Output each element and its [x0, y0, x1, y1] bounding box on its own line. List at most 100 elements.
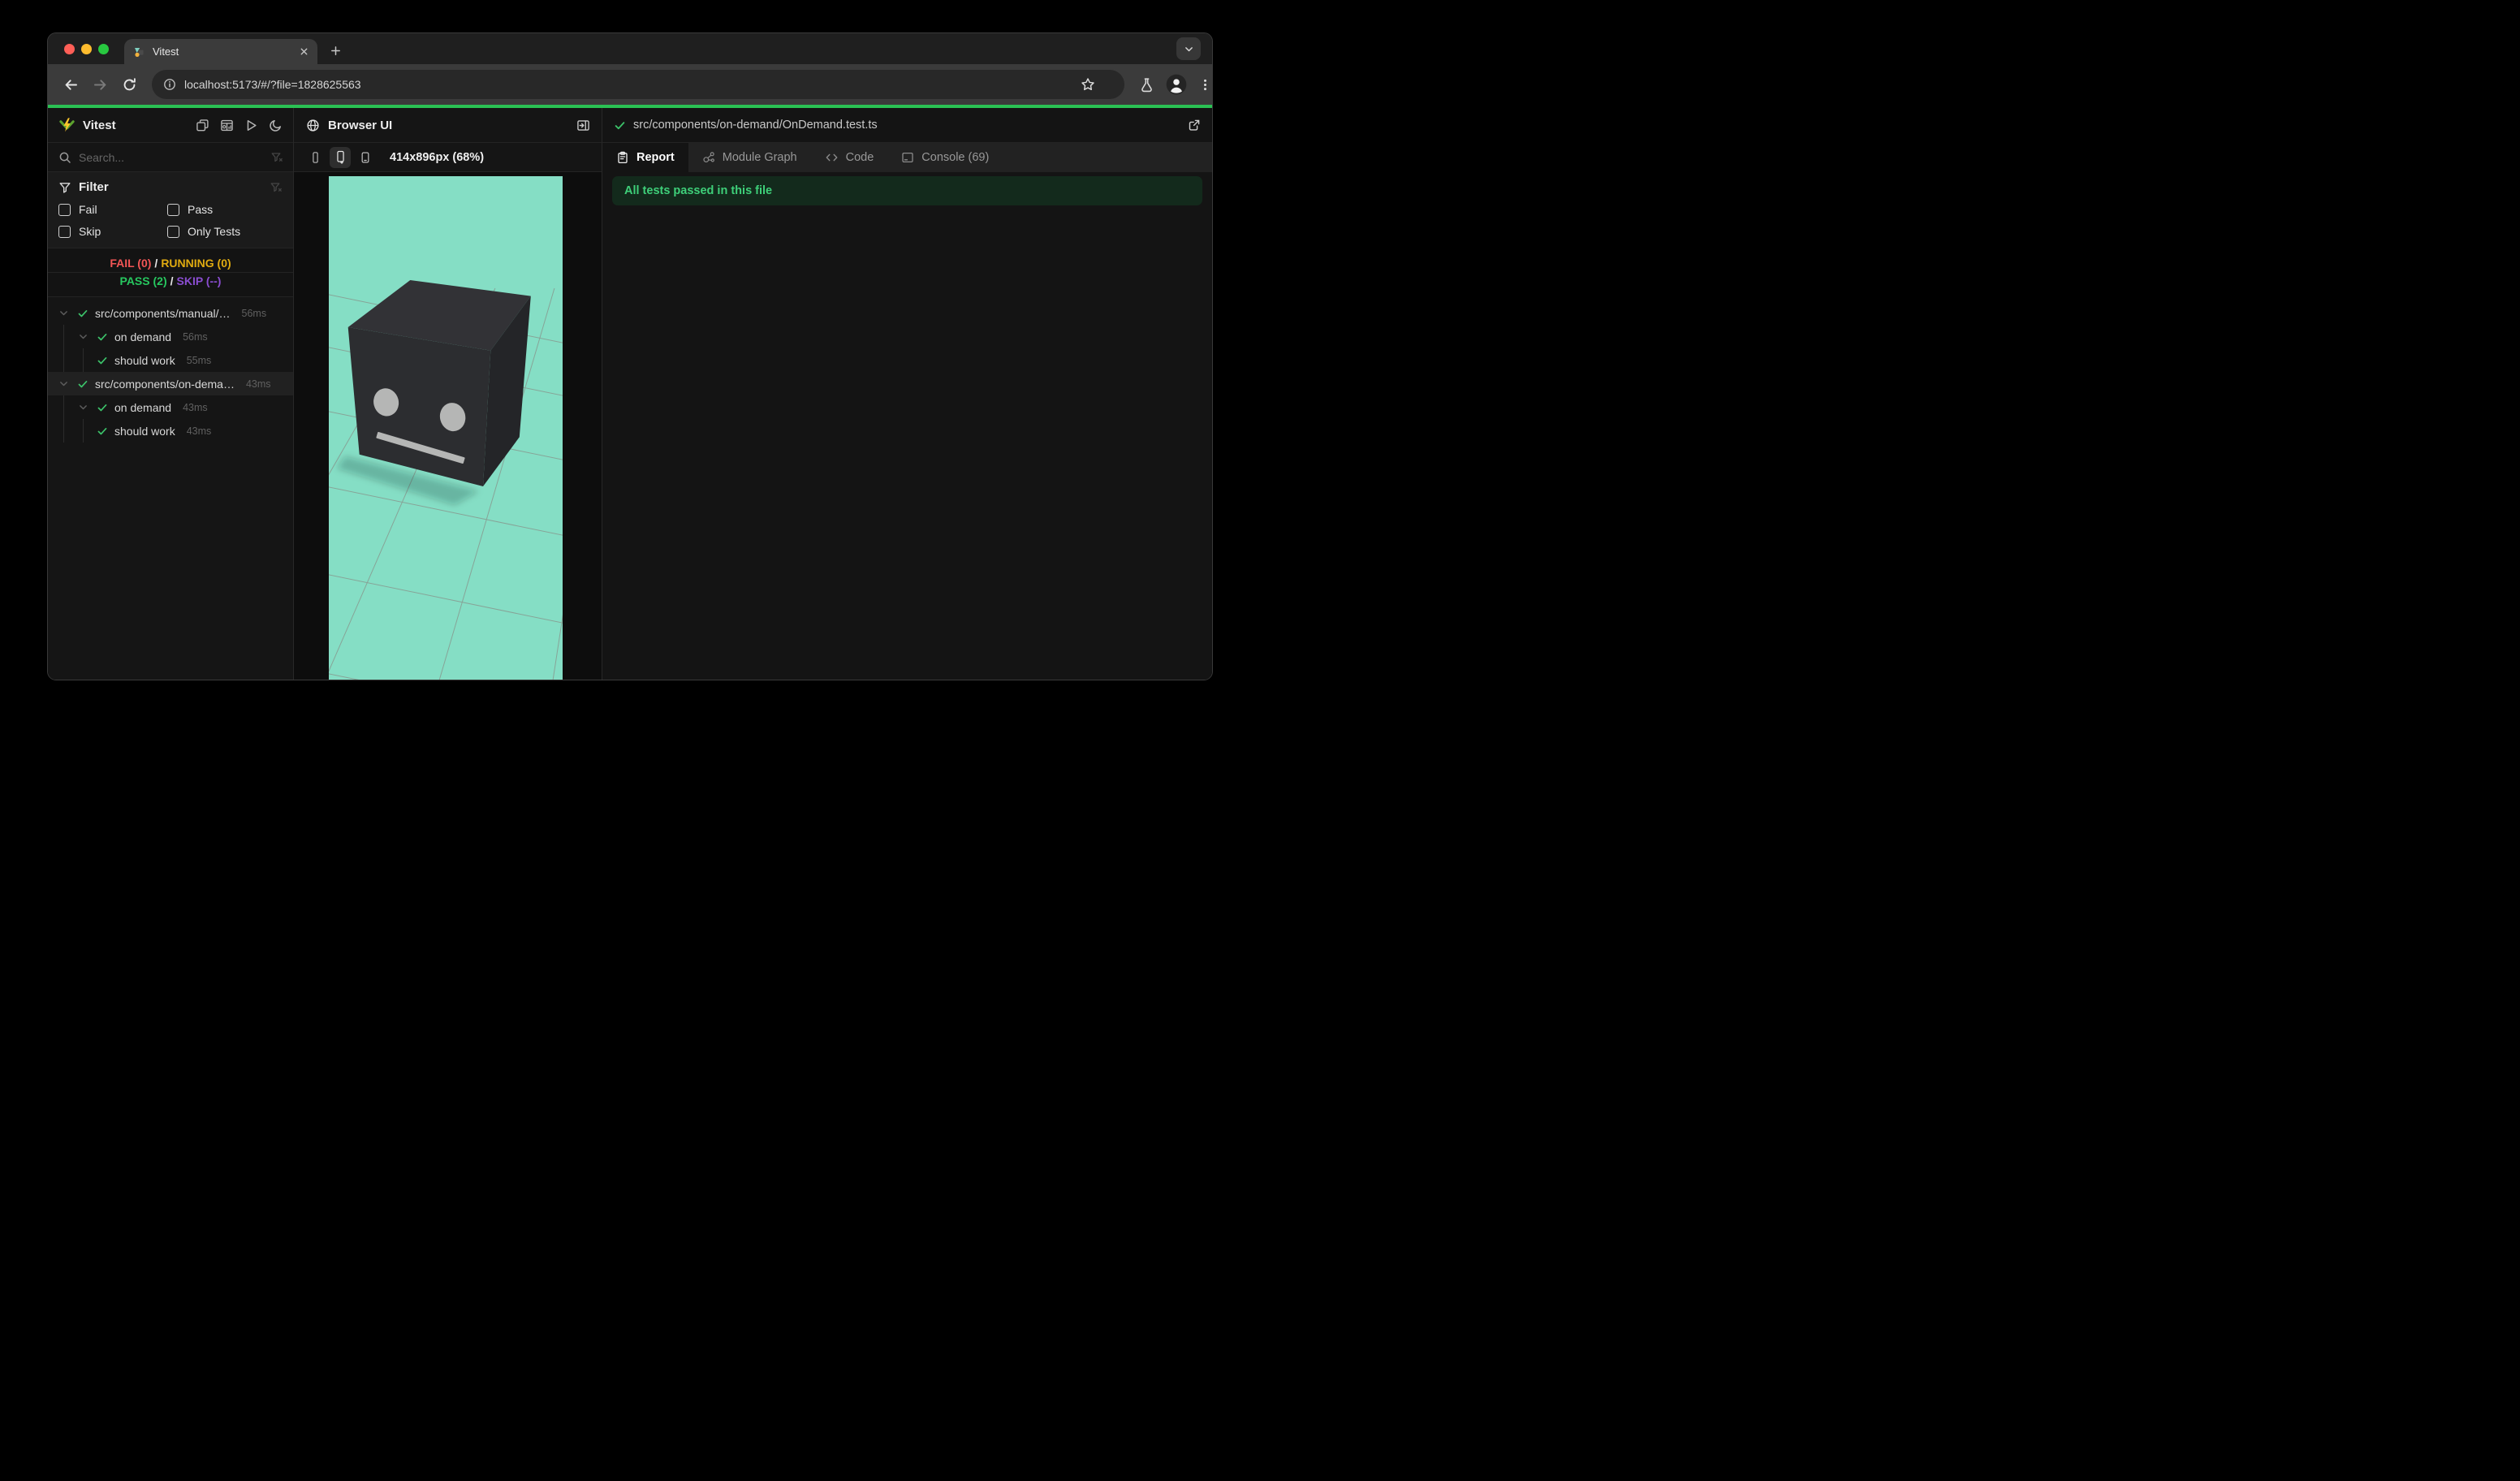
reload-button[interactable]: [118, 73, 140, 96]
pass-check-icon: [76, 306, 90, 321]
tab-label: Report: [636, 151, 675, 164]
suite-name: on demand: [114, 400, 172, 414]
fail-count: FAIL (0): [110, 257, 152, 270]
test-viewport[interactable]: [329, 176, 563, 680]
test-file-name: src/components/on-dema…: [95, 377, 235, 391]
vitest-ui: Vitest Search... Filter Fail Pass Skip O…: [48, 108, 1212, 680]
viewport-size-label: 414x896px (68%): [390, 150, 485, 164]
tab-strip: Vitest: [48, 33, 1212, 64]
test-name: should work: [114, 424, 175, 438]
brand: Vitest: [48, 117, 196, 134]
address-bar[interactable]: localhost:5173/#/?file=1828625563: [152, 70, 1124, 99]
test-duration: 43ms: [183, 401, 208, 413]
url-text: localhost:5173/#/?file=1828625563: [184, 78, 361, 91]
zoom-window-button[interactable]: [98, 44, 109, 54]
module-graph-icon: [702, 151, 715, 164]
test-duration: 43ms: [186, 425, 212, 437]
site-info-icon[interactable]: [163, 78, 176, 91]
tab-label: Console (69): [921, 151, 990, 164]
tree-row-suite[interactable]: on demand 56ms: [48, 325, 293, 348]
chevron-down-icon[interactable]: [56, 377, 71, 391]
tree-row-file-selected[interactable]: src/components/on-dema… 43ms: [48, 372, 293, 395]
run-all-play-icon[interactable]: [244, 119, 258, 132]
vitest-favicon: [135, 47, 144, 57]
browser-tab[interactable]: Vitest: [124, 39, 317, 64]
checkbox-label: Fail: [79, 203, 97, 216]
globe-icon: [307, 119, 319, 132]
browser-ui-header: Browser UI: [294, 108, 602, 143]
report-panel: src/components/on-demand/OnDemand.test.t…: [602, 108, 1212, 680]
menu-kebab-icon[interactable]: [1198, 78, 1212, 92]
file-path: src/components/on-demand/OnDemand.test.t…: [633, 119, 878, 132]
close-window-button[interactable]: [64, 44, 75, 54]
test-file-name: src/components/manual/…: [95, 306, 231, 320]
clear-filter-icon[interactable]: [270, 181, 283, 194]
experiments-flask-icon[interactable]: [1139, 77, 1154, 93]
filter-checkbox-fail[interactable]: Fail: [58, 203, 167, 216]
checkbox[interactable]: [167, 225, 179, 238]
new-tab-button[interactable]: [324, 39, 347, 62]
tree-row-test[interactable]: should work 55ms: [48, 348, 293, 372]
device-phone-small-button[interactable]: [305, 147, 325, 168]
filter-checkbox-only-tests[interactable]: Only Tests: [167, 225, 283, 238]
robot-cube: [347, 280, 531, 486]
app-name: Vitest: [83, 118, 116, 132]
forward-button[interactable]: [88, 73, 111, 96]
filter-title: Filter: [79, 180, 109, 194]
tree-row-test[interactable]: should work 43ms: [48, 419, 293, 443]
test-duration: 55ms: [186, 354, 212, 366]
search-input[interactable]: [79, 150, 263, 164]
tab-report[interactable]: Report: [602, 143, 688, 172]
tab-label: Module Graph: [722, 151, 797, 164]
dark-mode-moon-icon[interactable]: [269, 119, 283, 132]
close-tab-icon[interactable]: [299, 46, 309, 57]
checkbox-label: Skip: [79, 225, 101, 238]
minimize-window-button[interactable]: [81, 44, 92, 54]
test-duration: 56ms: [241, 307, 267, 319]
panel-title: Browser UI: [328, 118, 393, 132]
test-duration: 56ms: [183, 330, 208, 343]
browser-toolbar: localhost:5173/#/?file=1828625563: [48, 64, 1212, 105]
device-phone-plus-button[interactable]: [330, 146, 351, 168]
chevron-down-icon[interactable]: [56, 306, 71, 321]
test-name: should work: [114, 353, 175, 367]
search-row: [48, 143, 293, 172]
dashboard-report-icon[interactable]: [220, 119, 234, 132]
pass-check-icon: [615, 121, 625, 129]
vitest-logo-icon: [59, 117, 75, 132]
filter-checkbox-skip[interactable]: Skip: [58, 225, 167, 238]
collapse-windows-icon[interactable]: [196, 119, 209, 132]
chevron-down-icon[interactable]: [76, 400, 90, 415]
back-button[interactable]: [59, 73, 82, 96]
tab-module-graph[interactable]: Module Graph: [688, 143, 811, 172]
browser-ui-title-group: Browser UI: [294, 119, 576, 132]
clear-filter-icon[interactable]: [270, 151, 283, 164]
filter-panel: Filter Fail Pass Skip Only Tests: [48, 172, 293, 248]
tree-row-suite[interactable]: on demand 43ms: [48, 395, 293, 419]
tab-search-button[interactable]: [1176, 37, 1201, 60]
dock-panel-icon[interactable]: [576, 119, 590, 132]
back-arrow-icon: [65, 79, 77, 90]
tab-code[interactable]: Code: [811, 143, 888, 172]
device-toolbar: 414x896px (68%): [294, 143, 602, 172]
device-tablet-button[interactable]: [356, 147, 375, 168]
sidebar-actions: [196, 119, 293, 132]
bookmark-star-icon[interactable]: [1081, 77, 1095, 92]
profile-avatar[interactable]: [1166, 74, 1187, 95]
filter-checkbox-pass[interactable]: Pass: [167, 203, 283, 216]
stats-line-2: PASS (2) / SKIP (--): [119, 274, 222, 287]
pass-check-icon: [76, 377, 90, 391]
plus-icon: [330, 45, 340, 55]
checkbox[interactable]: [58, 203, 71, 216]
browser-window: Vitest localhost:5173/#/?file=1828625563…: [47, 32, 1213, 680]
pass-check-icon: [95, 424, 110, 438]
open-external-button[interactable]: [1188, 119, 1212, 132]
tree-row-file[interactable]: src/components/manual/… 56ms: [48, 301, 293, 325]
tab-console[interactable]: Console (69): [887, 143, 1003, 172]
chevron-down-icon[interactable]: [76, 330, 90, 344]
suite-name: on demand: [114, 330, 172, 343]
checkbox[interactable]: [58, 225, 71, 238]
pass-check-icon: [95, 400, 110, 415]
test-tree: src/components/manual/… 56ms on demand 5…: [48, 297, 293, 680]
checkbox[interactable]: [167, 203, 179, 216]
